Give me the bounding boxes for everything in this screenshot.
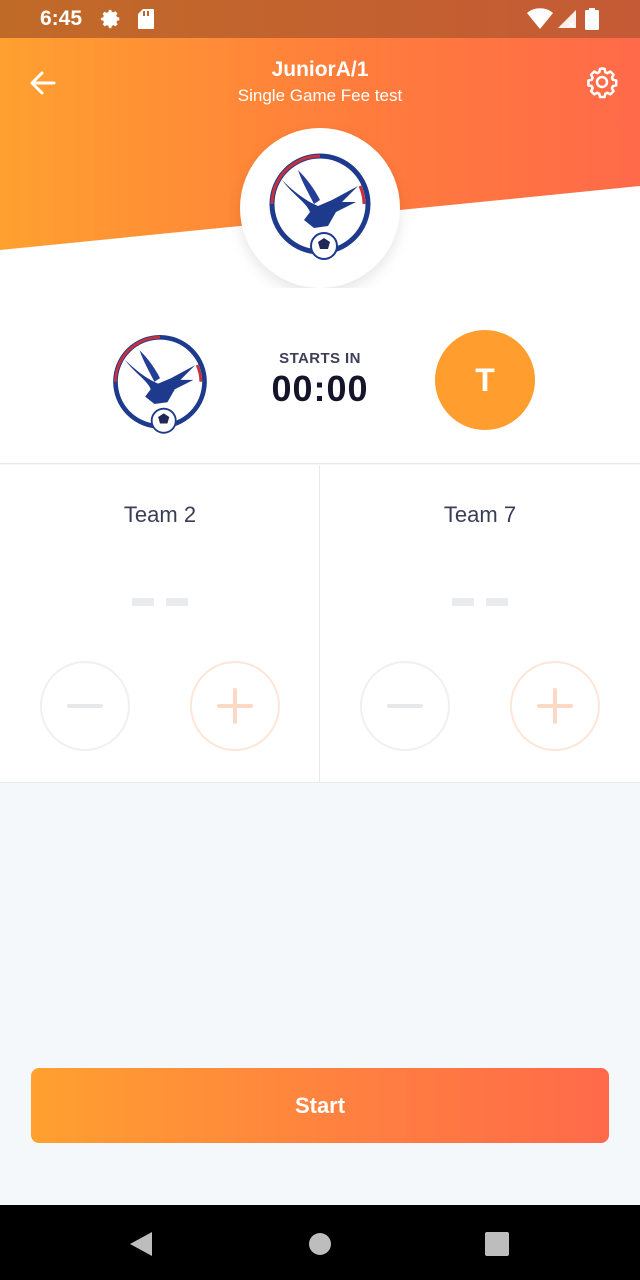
nav-back-button[interactable]	[128, 1231, 154, 1257]
signal-icon	[556, 8, 578, 35]
start-button[interactable]: Start	[31, 1068, 609, 1143]
score-panel: Team 2 Team 7	[0, 465, 640, 783]
decrement-score-button[interactable]	[40, 661, 130, 751]
club-logo	[240, 128, 400, 288]
eagle-crest-icon	[269, 153, 371, 260]
system-nav-bar	[0, 1205, 640, 1280]
team-name: Team 7	[443, 502, 517, 527]
decrement-score-button[interactable]	[360, 661, 450, 751]
minus-icon	[67, 704, 103, 708]
team-name: Team 2	[123, 502, 197, 527]
increment-score-button[interactable]	[190, 661, 280, 751]
sd-card-icon	[137, 8, 155, 35]
game-header: JuniorA/1 Single Game Fee test	[0, 38, 640, 288]
status-bar: 6:45	[0, 0, 640, 38]
countdown-timer: 00:00	[271, 368, 369, 409]
plus-icon	[217, 688, 253, 724]
settings-gear-icon	[100, 8, 122, 35]
team-score-column: Team 7	[320, 465, 640, 783]
nav-home-button[interactable]	[307, 1231, 333, 1257]
starts-in-label: STARTS IN	[279, 350, 361, 367]
increment-score-button[interactable]	[510, 661, 600, 751]
nav-recents-button[interactable]	[484, 1231, 510, 1257]
away-team-avatar: T	[435, 330, 535, 430]
battery-icon	[585, 8, 599, 35]
gear-icon	[587, 67, 618, 99]
home-circle-icon	[309, 1233, 331, 1255]
status-time: 6:45	[40, 7, 83, 30]
match-summary: STARTS IN 00:00 T	[0, 288, 640, 464]
team-score-column: Team 2	[0, 465, 320, 783]
wifi-icon	[527, 8, 553, 35]
page-title: JuniorA/1	[271, 58, 369, 81]
back-triangle-icon	[130, 1232, 152, 1256]
minus-icon	[387, 704, 423, 708]
page-subtitle: Single Game Fee test	[237, 86, 403, 105]
plus-icon	[537, 688, 573, 724]
recents-square-icon	[485, 1232, 509, 1256]
settings-button[interactable]	[583, 63, 621, 101]
